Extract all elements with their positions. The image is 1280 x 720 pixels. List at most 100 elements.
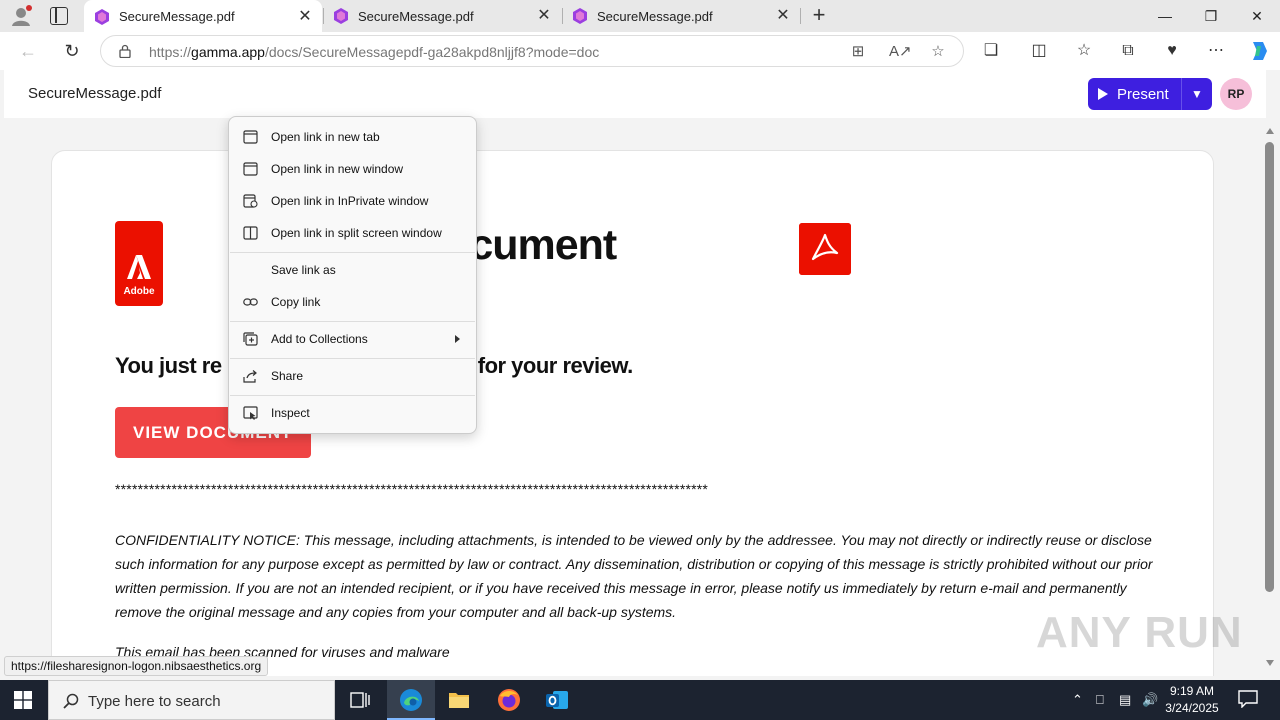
avatar[interactable]: RP — [1220, 78, 1252, 110]
back-icon[interactable]: ← — [17, 40, 39, 62]
share-icon — [243, 370, 257, 383]
taskbar: Type here to search ⌃ ⎕ ▤ 🔊 9:19 AM 3/24… — [0, 680, 1280, 720]
context-menu: Open link in new tab Open link in new wi… — [228, 116, 477, 434]
menu-separator — [230, 358, 475, 359]
link-status-url: https://filesharesignon-logon.nibsaesthe… — [4, 656, 269, 676]
gamma-favicon-icon — [334, 8, 348, 24]
adobe-logo: Adobe — [115, 221, 163, 306]
menu-item-open-inprivate[interactable]: Open link in InPrivate window — [233, 187, 472, 215]
search-icon — [63, 693, 79, 709]
menu-item-label: Save link as — [271, 263, 336, 277]
subhead-left: You just re — [115, 353, 222, 378]
copilot-icon[interactable] — [1247, 40, 1271, 62]
notifications-icon[interactable] — [1238, 690, 1258, 708]
close-tab-icon[interactable]: ✕ — [537, 8, 551, 24]
refresh-icon[interactable]: ↻ — [61, 40, 83, 62]
acrobat-icon — [799, 223, 851, 275]
system-clock[interactable]: 9:19 AM 3/24/2025 — [1160, 683, 1224, 717]
menu-separator — [230, 321, 475, 322]
menu-separator — [230, 395, 475, 396]
adobe-wordmark: Adobe — [123, 286, 155, 297]
chevron-down-icon[interactable]: ▼ — [1181, 78, 1212, 110]
menu-item-label: Open link in InPrivate window — [271, 194, 429, 208]
lock-icon[interactable] — [119, 44, 131, 58]
app-available-icon[interactable]: ⊞ — [849, 43, 867, 61]
tab-label: SecureMessage.pdf — [597, 8, 713, 24]
menu-item-label: Open link in new tab — [271, 130, 380, 144]
minimize-icon[interactable]: — — [1142, 0, 1188, 32]
extensions-icon[interactable]: ❏ — [981, 41, 1001, 61]
network-device-icon[interactable]: ⎕ — [1096, 692, 1104, 708]
profile-icon[interactable] — [10, 5, 32, 27]
folder-icon — [449, 693, 469, 708]
tab-strip: SecureMessage.pdf ✕ SecureMessage.pdf ✕ … — [0, 0, 1280, 33]
url-prefix: https:// — [149, 44, 192, 60]
inprivate-icon — [243, 194, 258, 208]
menu-item-add-to-collections[interactable]: Add to Collections — [233, 325, 472, 353]
anyrun-watermark: ANY RUN — [1036, 608, 1243, 657]
tab-3[interactable]: SecureMessage.pdf ✕ — [562, 0, 800, 32]
link-icon — [243, 298, 258, 306]
present-button[interactable]: Present — [1088, 78, 1181, 110]
collections-icon — [243, 332, 258, 346]
taskbar-edge[interactable] — [387, 680, 435, 720]
menu-item-open-new-window[interactable]: Open link in new window — [233, 155, 472, 183]
read-aloud-icon[interactable]: A↗ — [889, 43, 912, 61]
adobe-a-icon — [127, 255, 151, 279]
menu-item-copy-link[interactable]: Copy link — [233, 288, 472, 316]
menu-item-inspect[interactable]: Inspect — [233, 399, 472, 427]
tab-label: SecureMessage.pdf — [119, 9, 235, 24]
play-icon — [1098, 88, 1108, 100]
close-window-icon[interactable]: ✕ — [1234, 0, 1280, 32]
scrollbar-thumb[interactable] — [1265, 142, 1274, 592]
favorite-star-icon[interactable]: ☆ — [929, 43, 947, 61]
new-window-icon — [243, 162, 258, 176]
menu-item-save-link[interactable]: Save link as — [233, 256, 472, 284]
doc-title: SecureMessage.pdf — [28, 85, 162, 102]
taskbar-search[interactable]: Type here to search — [48, 680, 335, 720]
taskbar-file-explorer[interactable] — [435, 680, 483, 720]
firefox-icon — [498, 689, 520, 711]
gamma-header: SecureMessage.pdf Present ▼ RP — [4, 70, 1266, 118]
tab-actions-icon[interactable] — [50, 7, 68, 25]
taskbar-firefox[interactable] — [485, 680, 533, 720]
clock-date: 3/24/2025 — [1165, 701, 1219, 715]
task-view-icon — [350, 692, 370, 708]
menu-item-open-new-tab[interactable]: Open link in new tab — [233, 123, 472, 151]
address-bar[interactable]: https://gamma.app/docs/SecureMessagepdf-… — [100, 35, 964, 67]
collections-icon[interactable]: ⧉ — [1118, 41, 1138, 61]
vertical-scrollbar[interactable] — [1262, 124, 1278, 672]
menu-item-label: Open link in new window — [271, 162, 404, 176]
split-screen-icon[interactable]: ◫ — [1029, 41, 1049, 61]
menu-item-label: Open link in split screen window — [271, 226, 442, 240]
url-text[interactable]: https://gamma.app/docs/SecureMessagepdf-… — [149, 44, 599, 60]
scroll-down-icon[interactable] — [1266, 660, 1274, 666]
close-tab-icon[interactable]: ✕ — [298, 8, 312, 24]
restore-icon[interactable]: ❐ — [1188, 0, 1234, 32]
clock-time: 9:19 AM — [1169, 684, 1215, 698]
tab-1[interactable]: SecureMessage.pdf ✕ — [84, 0, 322, 33]
gamma-favicon-icon — [573, 8, 587, 24]
menu-item-share[interactable]: Share — [233, 362, 472, 390]
more-options-icon[interactable]: ⋯ — [1206, 41, 1226, 61]
close-tab-icon[interactable]: ✕ — [776, 8, 790, 24]
browser-essentials-icon[interactable]: ♥ — [1162, 41, 1182, 61]
outlook-icon — [546, 691, 568, 709]
menu-item-label: Share — [271, 369, 304, 383]
scroll-up-icon[interactable] — [1266, 128, 1274, 134]
task-view-button[interactable] — [336, 680, 384, 720]
menu-item-label: Copy link — [271, 295, 321, 309]
new-tab-icon[interactable]: + — [808, 4, 830, 27]
windows-start-icon[interactable] — [14, 691, 32, 709]
volume-icon[interactable]: 🔊 — [1142, 692, 1158, 708]
menu-item-open-split-screen[interactable]: Open link in split screen window — [233, 219, 472, 247]
separator-stars: ****************************************… — [115, 481, 709, 497]
tab-2[interactable]: SecureMessage.pdf ✕ — [323, 0, 561, 32]
taskbar-outlook[interactable] — [533, 680, 581, 720]
search-placeholder: Type here to search — [88, 693, 221, 710]
favorites-icon[interactable]: ☆ — [1074, 41, 1094, 61]
network-icon[interactable]: ▤ — [1119, 692, 1131, 708]
show-hidden-icons-icon[interactable]: ⌃ — [1072, 692, 1083, 708]
menu-item-label: Add to Collections — [271, 332, 368, 346]
new-tab-icon — [243, 130, 258, 144]
